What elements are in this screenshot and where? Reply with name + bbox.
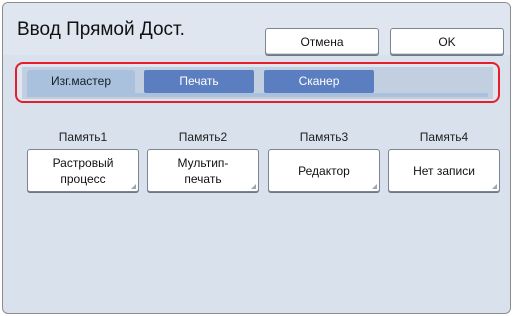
memory-button[interactable]: Редактор	[268, 149, 380, 192]
memory-label: Память1	[58, 130, 108, 144]
memory-label: Память2	[178, 130, 228, 144]
memory-button-label-line1: Нет записи	[413, 163, 475, 178]
memory-button-label-line1: Редактор	[298, 163, 350, 178]
direct-access-panel: Ввод Прямой Дост. Отмена OK Изг.мастер П…	[2, 2, 511, 314]
memory-button-label-line1: Мультип-	[177, 155, 229, 170]
tab-scanner[interactable]: Сканер	[264, 70, 374, 93]
memory-button-label-line2: процесс	[60, 171, 106, 186]
corner-triangle-icon	[372, 184, 377, 189]
corner-triangle-icon	[492, 184, 497, 189]
memory-button[interactable]: Мультип- печать	[147, 149, 259, 192]
memory-button[interactable]: Нет записи	[388, 149, 500, 192]
memory-button[interactable]: Растровый процесс	[27, 149, 139, 192]
tab-master-making[interactable]: Изг.мастер	[27, 70, 135, 93]
memory-button-label-line1: Растровый	[52, 155, 114, 170]
ok-button[interactable]: OK	[390, 28, 504, 55]
panel-header: Ввод Прямой Дост. Отмена OK	[3, 3, 510, 55]
corner-triangle-icon	[251, 184, 256, 189]
cancel-button[interactable]: Отмена	[265, 28, 379, 55]
tab-print[interactable]: Печать	[144, 70, 254, 93]
memory-button-label-line2: печать	[184, 171, 222, 186]
tab-bar: Изг.мастер Печать Сканер	[22, 67, 493, 99]
memory-label: Память3	[299, 130, 349, 144]
page-title: Ввод Прямой Дост.	[17, 19, 185, 40]
corner-triangle-icon	[131, 184, 136, 189]
tabs-highlight-frame: Изг.мастер Печать Сканер	[15, 62, 500, 103]
active-tab-underline	[27, 93, 488, 97]
memory-label: Память4	[419, 130, 469, 144]
